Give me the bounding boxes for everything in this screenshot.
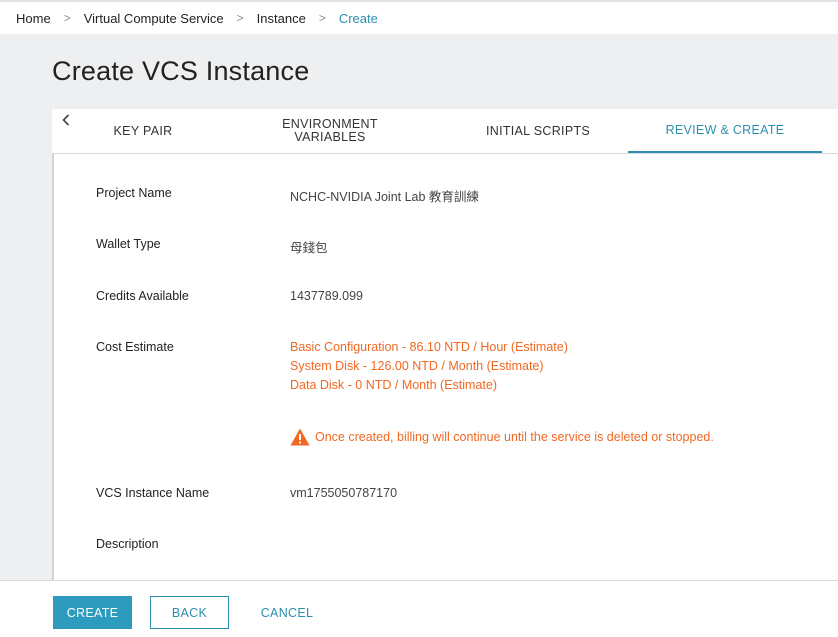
cost-basic-configuration: Basic Configuration - 86.10 NTD / Hour (… (290, 340, 568, 354)
tab-scroll-left-button[interactable] (58, 111, 74, 129)
chevron-left-icon (62, 114, 70, 126)
create-button[interactable]: CREATE (53, 596, 132, 629)
cost-system-disk: System Disk - 126.00 NTD / Month (Estima… (290, 359, 544, 373)
tab-review-create[interactable]: REVIEW & CREATE (628, 109, 822, 153)
breadcrumb-separator: > (318, 11, 326, 25)
cancel-button[interactable]: CANCEL (250, 596, 324, 629)
tab-environment-variables[interactable]: ENVIRONMENT VARIABLES (262, 109, 398, 153)
breadcrumb-separator: > (63, 11, 71, 25)
tab-label-line2: VARIABLES (294, 130, 366, 144)
breadcrumb-home[interactable]: Home (16, 11, 51, 26)
description-label: Description (96, 537, 159, 551)
wallet-type-value: 母錢包 (290, 241, 328, 255)
cost-estimate-label: Cost Estimate (96, 340, 174, 354)
breadcrumb-create: Create (338, 10, 378, 26)
review-panel: Project Name NCHC-NVIDIA Joint Lab 教育訓練 … (52, 154, 838, 580)
wallet-type-label: Wallet Type (96, 237, 161, 251)
billing-warning: Once created, billing will continue unti… (290, 428, 714, 446)
breadcrumb-virtual-compute-service[interactable]: Virtual Compute Service (84, 11, 224, 26)
tab-label: KEY PAIR (113, 123, 173, 138)
breadcrumb-instance[interactable]: Instance (257, 11, 306, 26)
footer-actions: CREATE BACK CANCEL (0, 580, 838, 637)
instance-name-label: VCS Instance Name (96, 486, 210, 500)
breadcrumb-separator: > (236, 11, 244, 25)
cost-data-disk: Data Disk - 0 NTD / Month (Estimate) (290, 378, 497, 392)
tab-initial-scripts[interactable]: INITIAL SCRIPTS (465, 109, 611, 153)
back-button[interactable]: BACK (150, 596, 229, 629)
wizard-tabs: KEY PAIR ENVIRONMENT VARIABLES INITIAL S… (52, 109, 838, 154)
project-name-value: NCHC-NVIDIA Joint Lab 教育訓練 (290, 190, 479, 204)
page-title: Create VCS Instance (52, 56, 310, 86)
billing-warning-text: Once created, billing will continue unti… (315, 430, 714, 444)
project-name-label: Project Name (96, 186, 172, 200)
tab-label: INITIAL SCRIPTS (485, 123, 591, 138)
tab-label: REVIEW & CREATE (665, 122, 785, 137)
breadcrumb: Home > Virtual Compute Service > Instanc… (0, 2, 838, 34)
credits-available-label: Credits Available (96, 289, 189, 303)
credits-available-value: 1437789.099 (290, 289, 363, 303)
tab-key-pair[interactable]: KEY PAIR (92, 109, 194, 153)
warning-triangle-icon (290, 428, 310, 446)
instance-name-value: vm1755050787170 (290, 486, 398, 500)
